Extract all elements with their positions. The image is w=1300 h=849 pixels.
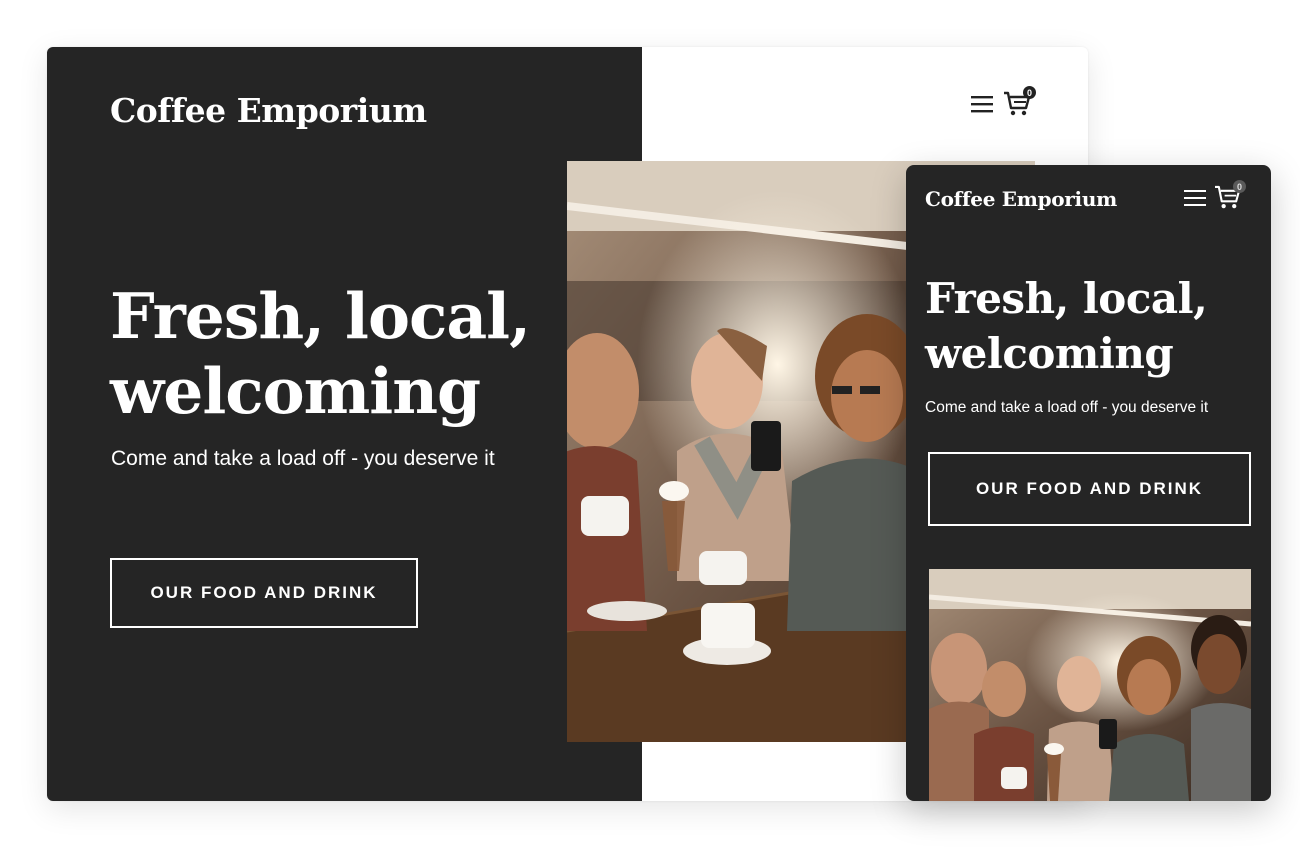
food-and-drink-button[interactable]: OUR FOOD AND DRINK <box>110 558 418 628</box>
mobile-hamburger-menu-icon[interactable] <box>1184 189 1206 207</box>
hamburger-menu-icon[interactable] <box>971 95 993 113</box>
hero-tagline: Come and take a load off - you deserve i… <box>111 447 495 470</box>
cart-button[interactable]: 0 <box>1003 86 1036 117</box>
mobile-food-and-drink-button[interactable]: OUR FOOD AND DRINK <box>928 452 1251 526</box>
cart-count-badge: 0 <box>1023 86 1036 99</box>
mobile-hero-title: Fresh, local, welcoming <box>925 274 1208 378</box>
mobile-cafe-friends-photo <box>929 569 1251 801</box>
mobile-hero-tagline: Come and take a load off - you deserve i… <box>925 399 1209 416</box>
brand-logo[interactable]: Coffee Emporium <box>110 91 427 130</box>
header-icons: 0 <box>971 86 1036 117</box>
mobile-header-icons: 0 <box>1184 180 1246 210</box>
mobile-mockup: Coffee Emporium 0 Fresh, local, welcomin… <box>906 165 1271 801</box>
mobile-brand-logo[interactable]: Coffee Emporium <box>925 187 1117 211</box>
mobile-cart-button[interactable]: 0 <box>1214 180 1246 210</box>
mobile-cart-count-badge: 0 <box>1233 180 1246 193</box>
hero-title: Fresh, local, welcoming <box>110 279 531 428</box>
